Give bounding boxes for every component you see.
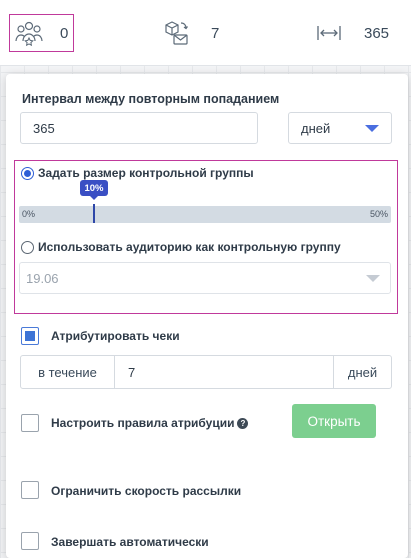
control-audience-select[interactable]: 19.06 xyxy=(19,262,391,294)
open-rules-button[interactable]: Открыть xyxy=(292,404,376,438)
control-audience-option[interactable]: Использовать аудиторию как контрольную г… xyxy=(21,240,341,254)
audience-stat[interactable]: 0 xyxy=(9,14,74,52)
stats-bar: 0 7 365 xyxy=(0,0,411,66)
help-icon[interactable]: ? xyxy=(237,418,249,430)
interval-title: Интервал между повторным попаданием xyxy=(22,92,280,106)
auto-finish-label: Завершать автоматически xyxy=(51,535,209,549)
attribution-prefix: в течение xyxy=(21,356,115,388)
slider-value-tooltip: 10% xyxy=(80,180,108,200)
attribution-label: Атрибутировать чеки xyxy=(51,329,180,343)
limit-speed-checkbox[interactable] xyxy=(21,481,39,499)
attribution-rules-checkbox[interactable] xyxy=(21,414,39,432)
control-size-label: Задать размер контрольной группы xyxy=(38,166,254,180)
slider-handle[interactable] xyxy=(93,204,95,223)
control-group-section: Задать размер контрольной группы 0% 50% … xyxy=(14,160,398,314)
attribution-rules-label: Настроить правила атрибуции xyxy=(51,416,235,430)
settings-panel: Интервал между повторным попаданием 365 … xyxy=(6,74,408,558)
control-audience-label: Использовать аудиторию как контрольную г… xyxy=(38,240,341,254)
interval-unit-select[interactable]: дней xyxy=(288,112,392,144)
audience-count: 0 xyxy=(60,24,69,42)
slider-min-label: 0% xyxy=(22,209,36,219)
limit-speed-label: Ограничить скорость рассылки xyxy=(51,484,242,498)
attribution-checkbox[interactable] xyxy=(21,327,39,345)
interval-input[interactable]: 365 xyxy=(20,112,258,144)
messages-icon xyxy=(163,19,191,47)
attribution-rules-row: Настроить правила атрибуции? xyxy=(51,416,249,430)
control-size-radio[interactable] xyxy=(21,166,34,180)
interval-icon xyxy=(316,23,342,43)
messages-stat[interactable]: 7 xyxy=(163,0,219,66)
auto-finish-checkbox[interactable] xyxy=(21,532,39,550)
messages-count: 7 xyxy=(211,24,220,42)
attribution-period-input[interactable]: 7 xyxy=(115,356,333,388)
control-size-slider[interactable]: 0% 50% 10% xyxy=(19,180,391,223)
interval-stat[interactable]: 365 xyxy=(316,0,389,66)
interval-unit-value: дней xyxy=(301,120,331,136)
control-size-option[interactable]: Задать размер контрольной группы xyxy=(21,166,254,180)
people-icon xyxy=(14,19,44,47)
slider-max-label: 50% xyxy=(369,209,388,219)
chevron-down-icon xyxy=(366,274,380,282)
attribution-suffix: дней xyxy=(333,356,391,388)
chevron-down-icon xyxy=(365,124,379,132)
control-audience-radio[interactable] xyxy=(21,240,34,254)
control-audience-value: 19.06 xyxy=(26,270,59,286)
interval-days: 365 xyxy=(364,24,390,42)
attribution-period-group: в течение 7 дней xyxy=(20,355,392,389)
